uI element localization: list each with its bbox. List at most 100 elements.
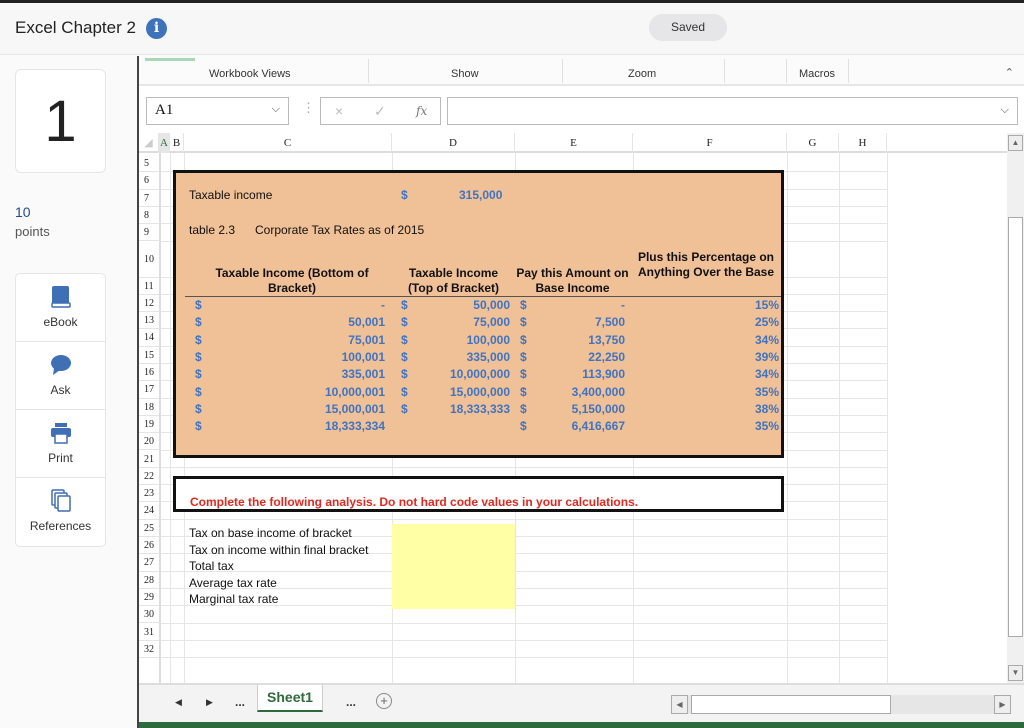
tab-sheet1[interactable]: Sheet1 (257, 685, 323, 712)
vertical-scroll-thumb[interactable] (1008, 217, 1023, 637)
row-header[interactable]: 32 (139, 641, 159, 659)
prev-sheet-icon[interactable]: ◀ (175, 697, 182, 708)
column-header-g[interactable]: G (787, 133, 839, 153)
more-sheets-left[interactable]: ... (235, 695, 245, 709)
vertical-scrollbar[interactable]: ▲ ▼ (1007, 133, 1024, 683)
ribbon-group-zoom[interactable]: Zoom (628, 68, 656, 80)
bracket-top-currency[interactable]: $ (401, 333, 408, 347)
answer-input-cells[interactable] (392, 524, 515, 609)
bracket-top-value[interactable]: 75,000 (419, 315, 510, 329)
bracket-base-value[interactable]: 5,150,000 (539, 402, 625, 416)
bracket-bottom-value[interactable]: 15,000,001 (239, 402, 385, 416)
row-header[interactable]: 31 (139, 624, 159, 641)
row-header[interactable]: 18 (139, 399, 159, 416)
bracket-base-value[interactable]: 22,250 (539, 350, 625, 364)
row-header[interactable]: 17 (139, 381, 159, 399)
row-header[interactable]: 7 (139, 190, 159, 207)
bracket-bottom-currency[interactable]: $ (195, 333, 202, 347)
bracket-bottom-value[interactable]: 335,001 (239, 367, 385, 381)
bracket-top-currency[interactable]: $ (401, 367, 408, 381)
chevron-up-icon[interactable]: ⌃ (1005, 66, 1014, 79)
more-sheets-right[interactable]: ... (346, 695, 356, 709)
bracket-top-currency[interactable]: $ (401, 298, 408, 312)
bracket-bottom-currency[interactable]: $ (195, 298, 202, 312)
insert-function-icon[interactable]: fx (416, 104, 427, 118)
row-header[interactable]: 28 (139, 572, 159, 589)
row-header[interactable]: 23 (139, 485, 159, 503)
bracket-top-value[interactable]: 10,000,000 (419, 367, 510, 381)
bracket-bottom-value[interactable]: 100,001 (239, 350, 385, 364)
row-header[interactable]: 30 (139, 606, 159, 624)
row-header[interactable]: 10 (139, 242, 159, 278)
bracket-top-value[interactable]: 50,000 (419, 298, 510, 312)
column-header-b[interactable]: B (170, 133, 184, 153)
bracket-base-value[interactable]: 7,500 (539, 315, 625, 329)
scroll-up-icon[interactable]: ▲ (1008, 135, 1023, 151)
bracket-percentage[interactable]: 35% (699, 419, 779, 433)
column-header-e[interactable]: E (515, 133, 633, 153)
row-header[interactable]: 27 (139, 554, 159, 572)
bracket-base-currency[interactable]: $ (520, 315, 527, 329)
bracket-percentage[interactable]: 35% (699, 385, 779, 399)
bracket-base-value[interactable]: 3,400,000 (539, 385, 625, 399)
name-box[interactable]: A1 ⌵ (146, 97, 289, 125)
ribbon-group-show[interactable]: Show (451, 68, 479, 80)
bracket-percentage[interactable]: 38% (699, 402, 779, 416)
bracket-percentage[interactable]: 39% (699, 350, 779, 364)
scroll-right-icon[interactable]: ▶ (994, 695, 1011, 714)
row-header[interactable]: 12 (139, 295, 159, 313)
column-header-f[interactable]: F (633, 133, 787, 153)
ask-button[interactable]: Ask (16, 342, 105, 410)
taxable-income-value[interactable]: 315,000 (459, 188, 502, 202)
bracket-bottom-value[interactable]: - (239, 298, 385, 312)
bracket-percentage[interactable]: 34% (699, 367, 779, 381)
chevron-down-icon[interactable]: ⌵ (1001, 104, 1009, 117)
row-header[interactable]: 16 (139, 364, 159, 382)
row-header[interactable]: 21 (139, 451, 159, 468)
row-header[interactable]: 20 (139, 433, 159, 451)
row-header[interactable]: 19 (139, 416, 159, 434)
column-header-h[interactable]: H (839, 133, 887, 153)
bracket-top-value[interactable]: 100,000 (419, 333, 510, 347)
bracket-bottom-value[interactable]: 10,000,001 (239, 385, 385, 399)
bracket-base-value[interactable]: 113,900 (539, 367, 625, 381)
bracket-percentage[interactable]: 34% (699, 333, 779, 347)
bracket-bottom-currency[interactable]: $ (195, 402, 202, 416)
row-header[interactable]: 14 (139, 329, 159, 347)
bracket-base-currency[interactable]: $ (520, 298, 527, 312)
row-header[interactable]: 22 (139, 468, 159, 486)
row-header[interactable]: 6 (139, 172, 159, 190)
row-header[interactable]: 26 (139, 537, 159, 555)
ribbon-group-macros[interactable]: Macros (799, 68, 835, 80)
print-button[interactable]: Print (16, 410, 105, 478)
bracket-top-value[interactable]: 15,000,000 (419, 385, 510, 399)
row-header[interactable]: 9 (139, 224, 159, 242)
bracket-bottom-value[interactable]: 50,001 (239, 315, 385, 329)
bracket-top-value[interactable]: 335,000 (419, 350, 510, 364)
row-header[interactable]: 13 (139, 312, 159, 330)
bracket-top-value[interactable]: 18,333,333 (419, 402, 510, 416)
ebook-button[interactable]: eBook (16, 274, 105, 342)
bracket-bottom-currency[interactable]: $ (195, 419, 202, 433)
bracket-base-value[interactable]: - (539, 298, 625, 312)
scroll-left-icon[interactable]: ◀ (671, 695, 688, 714)
enter-icon[interactable]: ✓ (374, 103, 386, 120)
scroll-down-icon[interactable]: ▼ (1008, 665, 1023, 681)
info-icon[interactable]: i (146, 18, 167, 39)
column-header-d[interactable]: D (392, 133, 515, 153)
drag-handle-icon[interactable]: ⋮ (302, 100, 315, 116)
references-button[interactable]: References (16, 478, 105, 546)
select-all-corner[interactable]: ◢ (139, 133, 159, 153)
add-sheet-icon[interactable]: + (376, 693, 392, 709)
bracket-bottom-currency[interactable]: $ (195, 315, 202, 329)
row-header[interactable]: 15 (139, 347, 159, 364)
row-header[interactable]: 8 (139, 207, 159, 225)
bracket-top-currency[interactable]: $ (401, 385, 408, 399)
row-header[interactable]: 25 (139, 520, 159, 537)
bracket-bottom-value[interactable]: 18,333,334 (239, 419, 385, 433)
bracket-bottom-currency[interactable]: $ (195, 350, 202, 364)
bracket-bottom-currency[interactable]: $ (195, 367, 202, 381)
bracket-base-currency[interactable]: $ (520, 350, 527, 364)
row-header[interactable]: 29 (139, 589, 159, 607)
bracket-percentage[interactable]: 15% (699, 298, 779, 312)
